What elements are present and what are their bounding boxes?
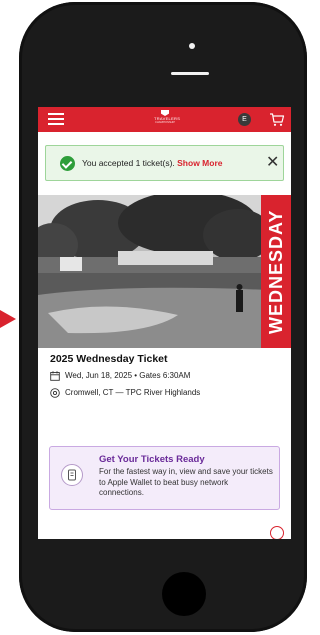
pointer-arrow-icon — [0, 310, 16, 328]
show-more-link[interactable]: Show More — [177, 158, 222, 168]
front-camera — [189, 43, 195, 49]
check-circle-icon — [60, 156, 75, 171]
brand-logo[interactable]: TRAVELERS CHAMPIONSHIP — [154, 110, 180, 128]
logo-subtitle: CHAMPIONSHIP — [154, 121, 176, 124]
account-avatar[interactable]: E — [238, 113, 251, 126]
alert-message: You accepted 1 ticket(s). Show More — [82, 158, 222, 168]
ticket-date: Wed, Jun 18, 2025 • Gates 6:30AM — [65, 371, 191, 381]
hamburger-icon[interactable] — [48, 113, 64, 125]
scroll-indicator-icon[interactable] — [270, 526, 284, 539]
ticket-location: Cromwell, CT — TPC River Highlands — [65, 388, 201, 398]
wallet-card-body: For the fastest way in, view and save yo… — [99, 467, 273, 497]
wallet-promo-card[interactable]: Get Your Tickets Ready For the fastest w… — [49, 446, 280, 510]
ticket-location-row: Cromwell, CT — TPC River Highlands — [50, 388, 200, 398]
alert-text: You accepted 1 ticket(s). — [82, 158, 175, 168]
calendar-icon — [50, 371, 60, 381]
close-icon[interactable]: ✕ — [266, 154, 282, 172]
app-header: TRAVELERS CHAMPIONSHIP E — [38, 107, 291, 132]
event-photo — [38, 195, 291, 348]
home-button[interactable] — [162, 572, 206, 616]
location-pin-icon — [50, 388, 60, 398]
cart-icon[interactable] — [269, 112, 285, 127]
success-alert: You accepted 1 ticket(s). Show More ✕ — [45, 145, 284, 181]
day-banner: WEDNESDAY — [266, 209, 286, 334]
ticket-title: 2025 Wednesday Ticket — [50, 353, 168, 365]
app-screen: TRAVELERS CHAMPIONSHIP E You accepted 1 … — [38, 107, 291, 539]
ticket-date-row: Wed, Jun 18, 2025 • Gates 6:30AM — [50, 371, 190, 381]
earpiece-speaker — [171, 72, 209, 75]
wallet-card-title: Get Your Tickets Ready — [99, 454, 205, 465]
wallet-icon — [61, 464, 83, 486]
